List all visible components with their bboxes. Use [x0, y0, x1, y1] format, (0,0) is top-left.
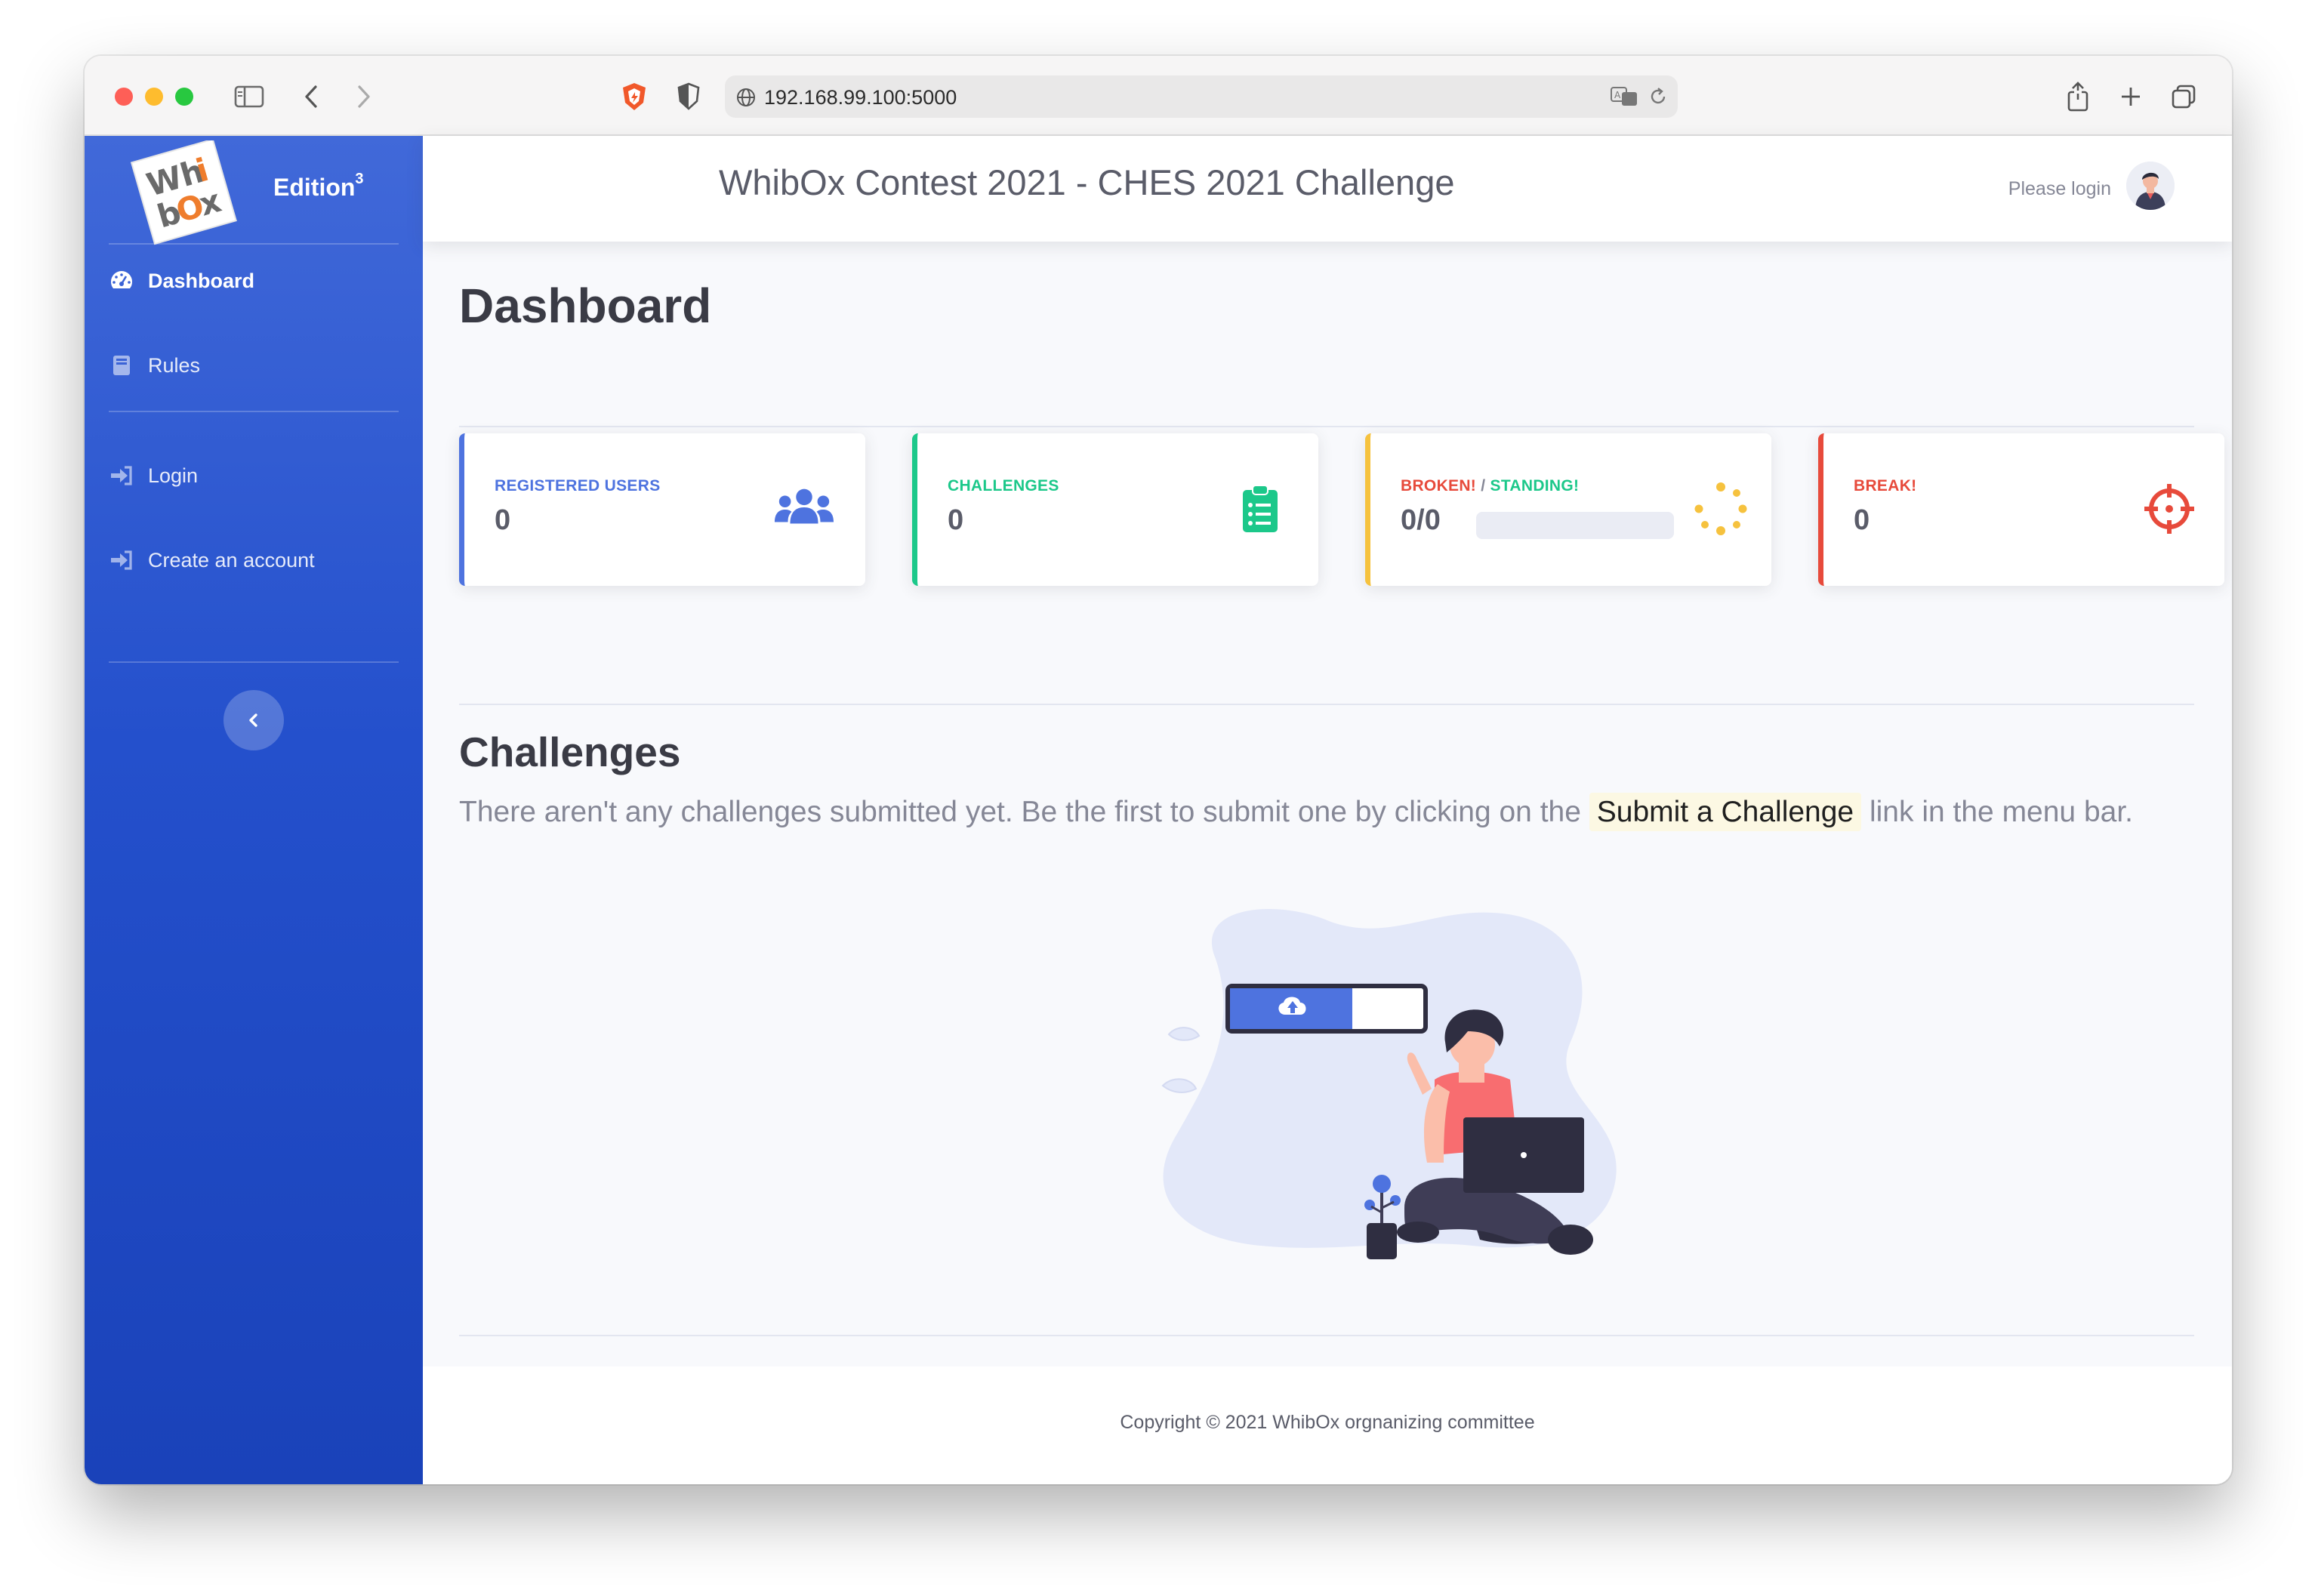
zoom-window-button[interactable] [175, 88, 193, 106]
url-text: 192.168.99.100:5000 [764, 86, 957, 109]
globe-icon [737, 88, 755, 106]
card-label: BREAK! [1854, 477, 1917, 495]
sidebar-item-label: Create an account [148, 548, 315, 572]
card-label: BROKEN! / STANDING! [1401, 477, 1579, 495]
sidebar-divider [109, 243, 399, 245]
back-icon[interactable] [296, 77, 326, 116]
card-label: REGISTERED USERS [495, 477, 661, 495]
sidebar-item-label: Rules [148, 353, 201, 377]
main-content: Dashboard REGISTERED USERS 0 CHALLENGES … [423, 242, 2232, 1359]
sign-in-icon [109, 463, 134, 488]
sidebar-toggle-icon[interactable] [233, 77, 266, 116]
book-icon [109, 353, 134, 378]
standing-label: STANDING! [1490, 477, 1580, 495]
challenges-title: Challenges [459, 729, 681, 775]
card-value: 0 [1854, 504, 1870, 536]
empty-state-illustration [1148, 891, 1691, 1283]
footer: Copyright © 2021 WhibOx orgnanizing comm… [423, 1366, 2232, 1484]
divider [459, 704, 2194, 705]
edition-number: 3 [355, 171, 364, 188]
whibox-logo[interactable]: Wh i b O x [127, 138, 240, 246]
topbar: WhibOx Contest 2021 - CHES 2021 Challeng… [423, 136, 2232, 242]
browser-toolbar: 192.168.99.100:5000 A [85, 56, 2232, 136]
divider [459, 426, 2194, 427]
intro-text-before: There aren't any challenges submitted ye… [459, 796, 1581, 828]
card-value: 0 [495, 504, 511, 536]
intro-text-after: link in the menu bar. [1869, 796, 2134, 828]
progress-bar [1476, 512, 1674, 539]
challenges-card: CHALLENGES 0 [912, 433, 1318, 586]
registered-users-card: REGISTERED USERS 0 [459, 433, 865, 586]
card-value: 0/0 [1401, 504, 1441, 536]
card-label: CHALLENGES [948, 477, 1059, 495]
sidebar-collapse-button[interactable] [223, 690, 284, 750]
tachometer-icon [109, 268, 134, 294]
avatar[interactable] [2126, 162, 2175, 210]
break-card: BREAK! 0 [1818, 433, 2224, 586]
sidebar-divider [109, 411, 399, 412]
users-icon [774, 482, 834, 536]
sidebar-item-label: Login [148, 464, 199, 487]
brand-edition: Edition3 [273, 171, 364, 202]
login-link[interactable]: Please login [2008, 178, 2111, 200]
browser-window: 192.168.99.100:5000 A Wh i b O x Edition… [85, 56, 2232, 1484]
new-tab-icon[interactable] [2116, 77, 2146, 116]
privacy-shield-icon[interactable] [672, 77, 705, 116]
address-bar[interactable]: 192.168.99.100:5000 A [725, 75, 1678, 118]
sidebar-item-create-account[interactable]: Create an account [109, 538, 399, 583]
crosshairs-icon [2139, 482, 2199, 536]
divider [459, 1335, 2194, 1336]
sign-in-icon [109, 547, 134, 573]
site-title: WhibOx Contest 2021 - CHES 2021 Challeng… [719, 162, 1455, 202]
chevron-left-icon [249, 713, 257, 727]
challenges-intro: There aren't any challenges submitted ye… [459, 793, 2134, 831]
sidebar-item-dashboard[interactable]: Dashboard [109, 258, 399, 303]
sidebar-item-rules[interactable]: Rules [109, 343, 399, 388]
tab-overview-icon[interactable] [2169, 77, 2199, 116]
svg-text:A: A [1614, 90, 1621, 100]
translate-icon[interactable]: A [1610, 85, 1640, 108]
sidebar: Wh i b O x Edition3 Dashboard Rules Logi… [85, 136, 423, 1484]
reload-icon[interactable] [1648, 86, 1669, 107]
minimize-window-button[interactable] [145, 88, 163, 106]
brave-shield-icon[interactable] [618, 77, 651, 116]
label-separator: / [1476, 477, 1490, 495]
clipboard-list-icon [1230, 482, 1290, 536]
sidebar-divider [109, 661, 399, 663]
close-window-button[interactable] [115, 88, 133, 106]
spinner-icon [1691, 482, 1751, 536]
submit-challenge-highlight: Submit a Challenge [1589, 793, 1862, 831]
broken-standing-card: BROKEN! / STANDING! 0/0 [1365, 433, 1771, 586]
share-icon[interactable] [2063, 77, 2093, 116]
edition-label: Edition [273, 174, 356, 201]
sidebar-item-label: Dashboard [148, 269, 255, 292]
broken-label: BROKEN! [1401, 477, 1477, 495]
copyright-text: Copyright © 2021 WhibOx orgnanizing comm… [1120, 1412, 1535, 1433]
sidebar-item-login[interactable]: Login [109, 453, 399, 498]
card-value: 0 [948, 504, 964, 536]
forward-icon[interactable] [349, 77, 379, 116]
page-title: Dashboard [459, 279, 712, 333]
